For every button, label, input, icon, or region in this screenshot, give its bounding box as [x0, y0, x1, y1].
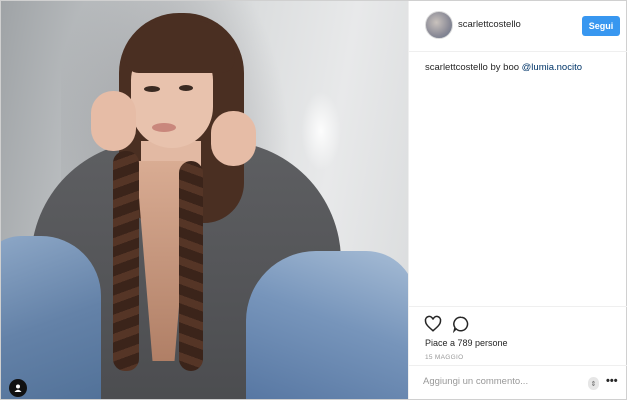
caption-text: by boo: [487, 62, 522, 73]
photo-left-hand: [91, 91, 136, 151]
username-link[interactable]: scarlettcostello: [458, 19, 521, 30]
heart-icon[interactable]: [424, 315, 442, 333]
photo-bangs: [125, 21, 235, 73]
photo-light-reflection: [301, 91, 341, 171]
photo-left-eye: [144, 86, 160, 92]
post-actions: Piace a 789 persone 15 MAGGIO: [409, 306, 627, 361]
photo-left-jeans: [1, 236, 101, 399]
resize-arrows-icon[interactable]: ⇕: [588, 377, 599, 390]
post-side-panel: scarlettcostello Segui scarlettcostello …: [408, 1, 627, 399]
photo-lips: [152, 123, 176, 132]
post-date: 15 MAGGIO: [425, 354, 464, 361]
user-tag-icon[interactable]: [9, 379, 27, 397]
likes-count[interactable]: Piace a 789 persone: [425, 338, 508, 348]
follow-button[interactable]: Segui: [582, 16, 620, 36]
more-options-button[interactable]: •••: [606, 375, 618, 387]
avatar[interactable]: [425, 11, 453, 39]
comment-input[interactable]: [423, 376, 583, 387]
photo-right-eye: [179, 85, 193, 91]
post-photo[interactable]: [1, 1, 408, 399]
comment-icon[interactable]: [452, 315, 470, 334]
comment-bar: ⇕ •••: [409, 365, 627, 399]
caption-author[interactable]: scarlettcostello: [425, 62, 488, 73]
photo-right-braid: [179, 161, 203, 371]
caption-mention[interactable]: @lumia.nocito: [522, 62, 582, 73]
action-icons: [424, 315, 470, 334]
instagram-post: scarlettcostello Segui scarlettcostello …: [0, 0, 627, 400]
photo-right-hand: [211, 111, 256, 166]
photo-left-braid: [113, 151, 139, 371]
post-header: scarlettcostello Segui: [409, 1, 627, 52]
post-caption: scarlettcostello by boo @lumia.nocito: [425, 62, 582, 73]
photo-right-jeans: [246, 251, 408, 399]
